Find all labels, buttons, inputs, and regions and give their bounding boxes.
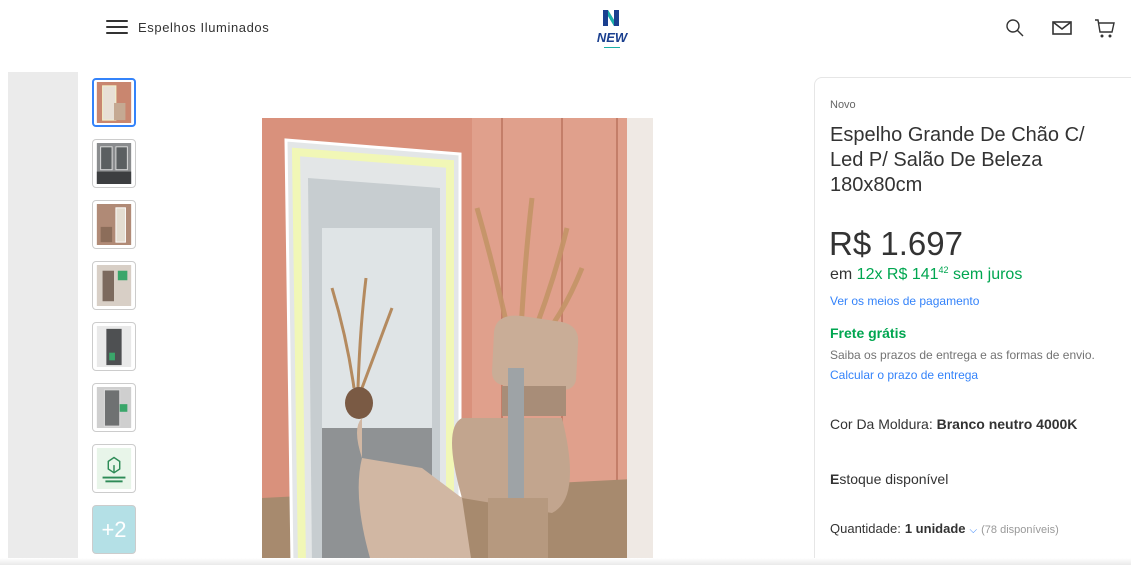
thumbnail-6[interactable]	[92, 383, 136, 432]
product-photo	[262, 118, 653, 565]
photo-thumbnail-icon	[96, 82, 132, 123]
thumbnail-1[interactable]	[92, 78, 136, 127]
quantity-label: Quantidade:	[830, 521, 901, 536]
product-info-panel: Novo Espelho Grande De Chão C/ Led P/ Sa…	[814, 77, 1131, 565]
installments-prefix: em	[830, 266, 857, 283]
thumbnail-5[interactable]	[92, 322, 136, 371]
installments-cents: 42	[938, 265, 949, 275]
mail-icon[interactable]	[1051, 17, 1073, 39]
condition-label: Novo	[830, 99, 856, 111]
product-main-image[interactable]	[262, 118, 653, 565]
stock-first-letter: E	[830, 471, 840, 487]
frame-color-row: Cor Da Moldura: Branco neutro 4000K	[830, 416, 1077, 432]
free-shipping-label: Frete grátis	[830, 325, 907, 341]
thumbnail-4[interactable]	[92, 261, 136, 310]
quantity-row: Quantidade: 1 unidade ⌵ (78 disponíveis)	[830, 521, 1059, 536]
search-icon[interactable]	[1004, 17, 1026, 39]
quantity-available: (78 disponíveis)	[981, 524, 1059, 536]
category-title[interactable]: Espelhos Iluminados	[138, 20, 269, 35]
product-title: Espelho Grande De Chão C/ Led P/ Salão D…	[830, 124, 1085, 196]
cart-icon[interactable]	[1094, 17, 1116, 39]
thumbnail-3[interactable]	[92, 200, 136, 249]
more-images-button[interactable]: +2	[92, 505, 136, 554]
calculate-shipping-link[interactable]: Calcular o prazo de entrega	[830, 368, 978, 382]
new-logo[interactable]: NEW	[592, 6, 632, 54]
quantity-selector[interactable]: 1 unidade	[905, 521, 966, 536]
bottom-shadow	[0, 558, 1131, 565]
installments-suffix: sem juros	[948, 266, 1023, 283]
shipping-info: Saiba os prazos de entrega e as formas d…	[830, 348, 1095, 362]
photo-thumbnail-icon	[96, 143, 132, 184]
menu-icon[interactable]	[106, 17, 130, 37]
photo-thumbnail-icon	[96, 204, 132, 245]
thumbnail-2[interactable]	[92, 139, 136, 188]
stock-status: Estoque disponível	[830, 471, 948, 487]
svg-text:NEW: NEW	[597, 30, 629, 45]
thumbnail-7[interactable]	[92, 444, 136, 493]
frame-color-value: Branco neutro 4000K	[936, 416, 1078, 432]
site-header: Espelhos Iluminados NEW	[0, 0, 1131, 58]
photo-thumbnail-icon	[96, 387, 132, 428]
left-gray-band	[8, 72, 78, 565]
photo-thumbnail-icon	[96, 326, 132, 367]
payment-methods-link[interactable]: Ver os meios de pagamento	[830, 294, 979, 308]
price: R$ 1.697	[829, 225, 963, 262]
box-icon	[96, 448, 132, 489]
chevron-down-icon[interactable]: ⌵	[970, 525, 978, 536]
thumbnail-list: +2	[92, 78, 138, 554]
stock-rest: stoque disponível	[839, 471, 949, 487]
installments-text: em 12x R$ 14142 sem juros	[830, 265, 1022, 284]
photo-thumbnail-icon	[96, 265, 132, 306]
frame-color-label: Cor Da Moldura:	[830, 416, 937, 432]
installments-amount: 12x R$ 141	[856, 266, 939, 283]
